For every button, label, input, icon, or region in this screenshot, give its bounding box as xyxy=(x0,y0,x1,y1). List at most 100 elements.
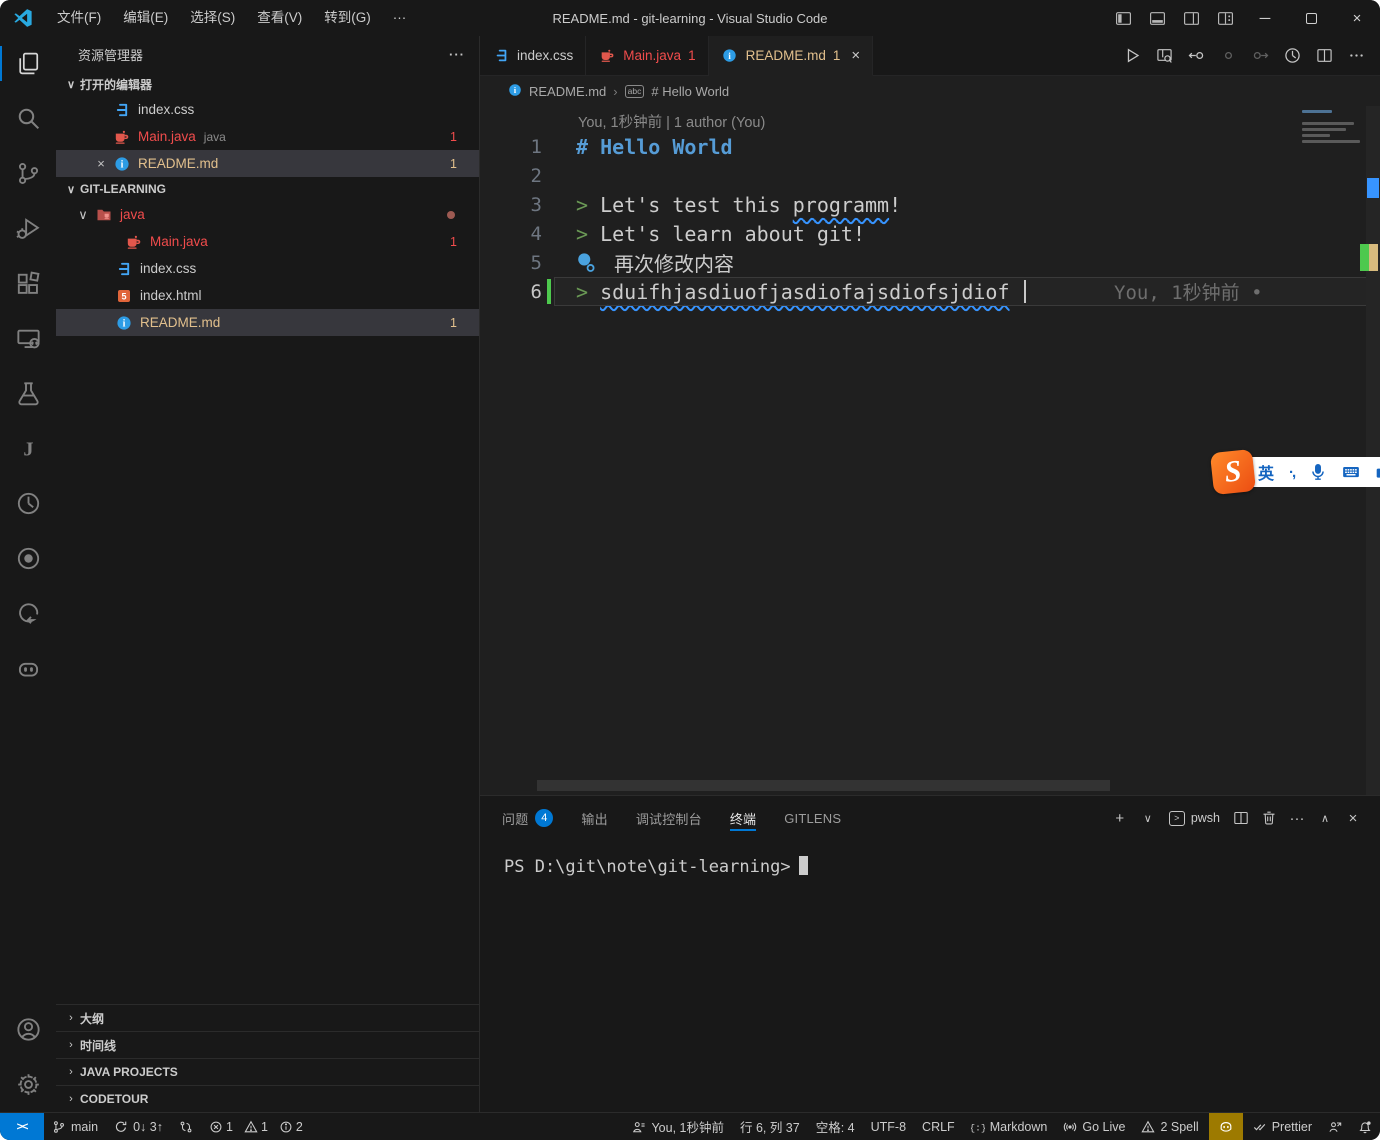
tree-item-index-css[interactable]: index.css xyxy=(56,96,479,123)
tree-item-index-css[interactable]: index.css xyxy=(56,255,479,282)
sidebar-section-0[interactable]: ›大纲 xyxy=(56,1004,479,1031)
kill-terminal-icon[interactable] xyxy=(1256,805,1282,831)
status-go-live[interactable]: Go Live xyxy=(1055,1113,1133,1140)
editor-action-open-changes-prev[interactable] xyxy=(1182,42,1210,70)
terminal-dropdown-icon[interactable]: ∨ xyxy=(1135,805,1161,831)
status-gitlens-compare[interactable] xyxy=(171,1113,201,1140)
tree-item-main-java[interactable]: Main.javajava1 xyxy=(56,123,479,150)
activity-item-settings[interactable] xyxy=(0,1057,56,1112)
tree-item-index-html[interactable]: 5index.html xyxy=(56,282,479,309)
close-button[interactable]: × xyxy=(1334,0,1380,36)
ime-language-mode[interactable]: 英 xyxy=(1258,460,1274,484)
maximize-panel-icon[interactable]: ∧ xyxy=(1312,805,1338,831)
editor-action-revision-current[interactable] xyxy=(1214,42,1242,70)
editor-tab-main-java[interactable]: Main.java1 xyxy=(586,36,708,75)
status-git-branch[interactable]: main xyxy=(44,1113,106,1140)
sidebar-more-actions-icon[interactable]: ··· xyxy=(449,47,465,62)
status-cursor-position[interactable]: 行 6, 列 37 xyxy=(732,1113,808,1140)
open-editors-section-header[interactable]: ∨ 打开的编辑器 xyxy=(56,72,479,96)
split-terminal-icon[interactable] xyxy=(1228,805,1254,831)
code-line-6[interactable]: 6> sduifhjasdiuofjasdiofajsdiofsjdiofYou… xyxy=(480,277,1380,306)
activity-item-gitlens[interactable] xyxy=(0,476,56,531)
close-icon[interactable]: × xyxy=(851,47,860,64)
activity-item-codetour[interactable] xyxy=(0,531,56,586)
status-git-sync[interactable]: 0↓ 3↑ xyxy=(106,1113,171,1140)
menu-item-1[interactable]: 编辑(E) xyxy=(112,5,179,31)
sidebar-section-2[interactable]: ›JAVA PROJECTS xyxy=(56,1058,479,1085)
status-spell-checker[interactable]: 2 Spell xyxy=(1133,1113,1206,1140)
toggle-secondary-sidebar-icon[interactable] xyxy=(1174,4,1208,32)
toggle-panel-icon[interactable] xyxy=(1140,4,1174,32)
chevron-down-icon[interactable]: ∨ xyxy=(72,207,94,223)
panel-tab-3[interactable]: 终端 xyxy=(730,796,756,840)
editor-tab-readme-md[interactable]: iREADME.md1× xyxy=(709,36,874,76)
panel-tab-1[interactable]: 输出 xyxy=(581,796,607,840)
activity-item-java-projects[interactable]: J xyxy=(0,421,56,476)
code-line-5[interactable]: 5 再次修改内容 xyxy=(480,248,1380,277)
panel-tab-0[interactable]: 问题4 xyxy=(502,796,553,840)
activity-item-source-control[interactable] xyxy=(0,146,56,201)
status-language-mode[interactable]: {:}Markdown xyxy=(963,1113,1056,1140)
ime-keyboard-icon[interactable] xyxy=(1342,463,1360,481)
horizontal-scrollbar[interactable] xyxy=(537,780,1110,791)
customize-layout-icon[interactable] xyxy=(1208,4,1242,32)
gitlens-codelens[interactable]: You, 1秒钟前 | 1 author (You) xyxy=(480,106,1380,132)
tree-item-readme-md[interactable]: iREADME.md1 xyxy=(56,309,479,336)
menu-item-3[interactable]: 查看(V) xyxy=(246,5,313,31)
close-icon[interactable]: × xyxy=(90,156,112,171)
activity-item-remote-explorer[interactable] xyxy=(0,311,56,366)
ime-punctuation-icon[interactable]: ·, xyxy=(1289,464,1294,481)
menu-item-0[interactable]: 文件(F) xyxy=(46,5,112,31)
maximize-button[interactable] xyxy=(1288,0,1334,36)
status-feedback[interactable] xyxy=(1320,1113,1350,1140)
ime-toolbox-icon[interactable] xyxy=(1375,463,1380,481)
workspace-section-header[interactable]: ∨ GIT-LEARNING xyxy=(56,177,479,201)
activity-item-run-debug[interactable] xyxy=(0,201,56,256)
panel-tab-4[interactable]: GITLENS xyxy=(784,796,841,840)
editor-action-run[interactable] xyxy=(1118,42,1146,70)
activity-item-testing[interactable] xyxy=(0,366,56,421)
tree-item-main-java[interactable]: Main.java1 xyxy=(56,228,479,255)
panel-more-icon[interactable]: ··· xyxy=(1284,805,1310,831)
activity-item-gitlens-inspect[interactable] xyxy=(0,586,56,641)
menu-item-2[interactable]: 选择(S) xyxy=(179,5,246,31)
status-notifications[interactable] xyxy=(1350,1113,1380,1140)
breadcrumb-file[interactable]: README.md xyxy=(529,84,606,99)
editor-action-markdown-preview[interactable] xyxy=(1150,42,1178,70)
editor-action-open-changes-next[interactable] xyxy=(1246,42,1274,70)
activity-item-search[interactable] xyxy=(0,91,56,146)
menu-item-4[interactable]: 转到(G) xyxy=(313,5,382,31)
activity-item-explorer[interactable] xyxy=(0,36,56,91)
code-line-1[interactable]: 1# Hello World xyxy=(480,132,1380,161)
minimap[interactable] xyxy=(1302,110,1364,146)
editor-action-split-editor[interactable] xyxy=(1310,42,1338,70)
panel-tab-2[interactable]: 调试控制台 xyxy=(636,796,702,840)
ime-microphone-icon[interactable] xyxy=(1309,463,1327,481)
editor-tab-index-css[interactable]: index.css xyxy=(480,36,586,75)
terminal-shell-item[interactable]: > pwsh xyxy=(1163,811,1226,826)
status-prettier[interactable]: Prettier xyxy=(1245,1113,1320,1140)
sidebar-section-3[interactable]: ›CODETOUR xyxy=(56,1085,479,1112)
status-copilot[interactable] xyxy=(1209,1113,1243,1140)
status-gitlens-blame[interactable]: You, 1秒钟前 xyxy=(624,1113,732,1140)
minimize-button[interactable]: ─ xyxy=(1242,0,1288,36)
editor-action-gitlens-file-history[interactable] xyxy=(1278,42,1306,70)
code-line-4[interactable]: 4> Let's learn about git! xyxy=(480,219,1380,248)
status-eol[interactable]: CRLF xyxy=(914,1113,963,1140)
new-terminal-icon[interactable]: + xyxy=(1107,805,1133,831)
sidebar-section-1[interactable]: ›时间线 xyxy=(56,1031,479,1058)
terminal-content[interactable]: PS D:\git\note\git-learning> xyxy=(480,840,1380,1112)
menu-item-5[interactable]: ··· xyxy=(382,5,418,31)
activity-item-copilot-chat[interactable] xyxy=(0,641,56,696)
breadcrumb-symbol[interactable]: # Hello World xyxy=(651,84,729,99)
toggle-sidebar-icon[interactable] xyxy=(1106,4,1140,32)
code-line-3[interactable]: 3> Let's test this programm! xyxy=(480,190,1380,219)
status-problems[interactable]: 112 xyxy=(201,1113,311,1140)
tree-item-java[interactable]: ∨java xyxy=(56,201,479,228)
code-line-2[interactable]: 2 xyxy=(480,161,1380,190)
editor-action-more-actions[interactable] xyxy=(1342,42,1370,70)
tree-item-readme-md[interactable]: ×iREADME.md1 xyxy=(56,150,479,177)
close-panel-icon[interactable]: × xyxy=(1340,805,1366,831)
status-indentation[interactable]: 空格: 4 xyxy=(808,1113,863,1140)
activity-item-extensions[interactable] xyxy=(0,256,56,311)
